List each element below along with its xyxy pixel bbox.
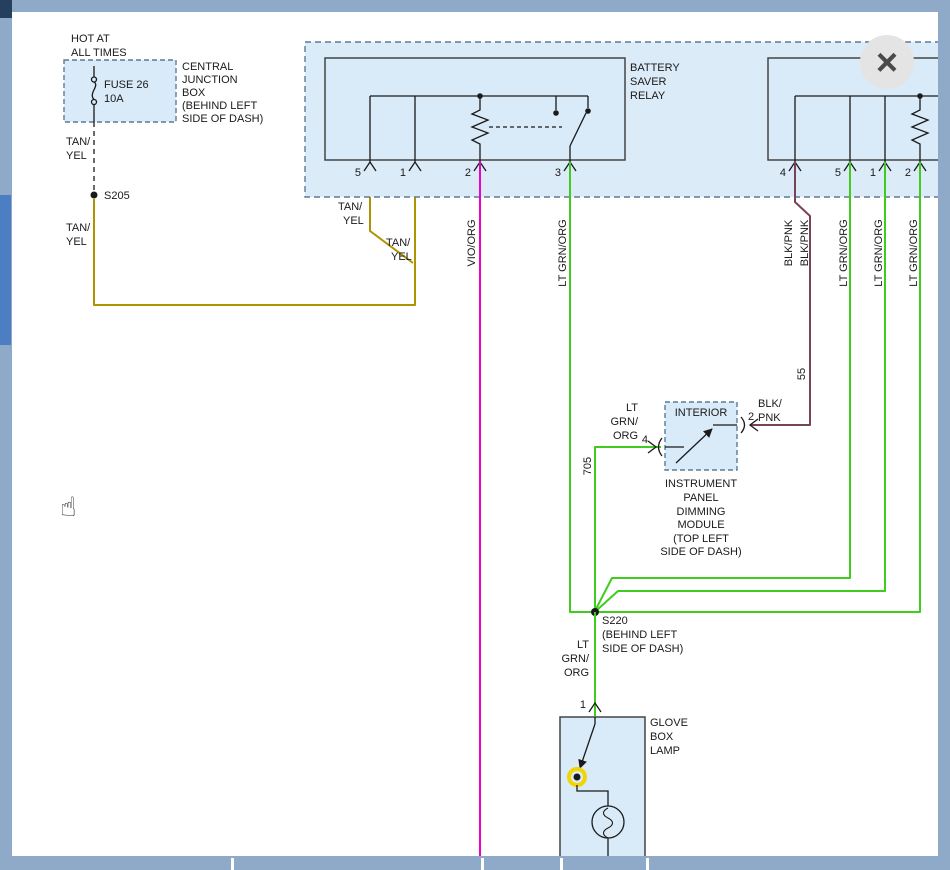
module-caption: MODULE xyxy=(677,519,724,531)
fuse-name: FUSE 26 xyxy=(104,79,149,91)
pin-label: 2 xyxy=(905,167,911,179)
wire-label-blk-pnk: BLK/PNK xyxy=(799,219,811,266)
module-caption: INSTRUMENT xyxy=(665,478,737,490)
connector-bracket-icon xyxy=(741,417,745,433)
relay-right-connector-box xyxy=(768,58,938,160)
cjb-location: SIDE OF DASH) xyxy=(182,113,263,125)
wire-label-lt-grn-org: LT xyxy=(626,402,638,414)
circuit-705-label: 705 xyxy=(582,457,594,475)
wire-label-blk-pnk: BLK/ xyxy=(758,398,783,410)
wire-label-blk-pnk: BLK/PNK xyxy=(783,219,795,266)
cursor-hand-icon: ☝ xyxy=(60,492,76,523)
module-caption: DIMMING xyxy=(677,506,726,518)
pin-label: 1 xyxy=(400,167,406,179)
pin-label: 5 xyxy=(355,167,361,179)
central-junction-box xyxy=(64,60,176,122)
wire-label-lt-grn-org: LT GRN/ORG xyxy=(838,219,850,286)
wire-label-tan-yel: TAN/ xyxy=(66,136,91,148)
wire-label-tan-yel: YEL xyxy=(343,215,364,227)
cjb-location: BOX xyxy=(182,87,206,99)
pin-label: 4 xyxy=(780,167,786,179)
wire-lt-grn-org-pin2 xyxy=(595,162,920,612)
frame-tick xyxy=(481,858,484,870)
hot-label: HOT AT xyxy=(71,33,110,45)
wire-label-lt-grn-org: LT GRN/ORG xyxy=(873,219,885,286)
module-name: INTERIOR xyxy=(675,407,728,419)
wire-label-lt-grn-org: ORG xyxy=(613,430,638,442)
wire-label-lt-grn-org: GRN/ xyxy=(562,653,590,665)
splice-s220-label: S220 xyxy=(602,615,628,627)
wire-lt-grn-org-705 xyxy=(595,447,661,609)
glove-box-caption: GLOVE xyxy=(650,717,688,729)
wire-label-blk-pnk: PNK xyxy=(758,412,781,424)
diagram-viewer-window: HOT AT ALL TIMES FUSE 26 10A CENTRAL JUN… xyxy=(0,0,950,870)
pin-label: 1 xyxy=(870,167,876,179)
splice-s220-location: SIDE OF DASH) xyxy=(602,643,683,655)
frame-tick xyxy=(646,858,649,870)
wire-label-tan-yel: TAN/ xyxy=(386,237,411,249)
pin-label: 2 xyxy=(748,411,754,423)
wire-label-lt-grn-org: GRN/ xyxy=(611,416,639,428)
pin-label: 2 xyxy=(465,167,471,179)
close-icon[interactable]: × xyxy=(876,42,898,84)
wire-label-tan-yel: YEL xyxy=(66,236,87,248)
wire-label-tan-yel: YEL xyxy=(66,150,87,162)
junction-dot xyxy=(477,93,483,99)
hot-label: ALL TIMES xyxy=(71,47,127,59)
close-button[interactable]: × xyxy=(860,35,914,89)
cjb-location: JUNCTION xyxy=(182,74,238,86)
pin-label: 1 xyxy=(580,699,586,711)
pin-label: 5 xyxy=(835,167,841,179)
module-caption: PANEL xyxy=(683,492,718,504)
glove-box-caption: LAMP xyxy=(650,745,680,757)
wire-label-lt-grn-org: LT xyxy=(577,639,589,651)
wire-label-vio-org: VIO/ORG xyxy=(466,219,478,266)
module-caption: SIDE OF DASH) xyxy=(660,546,741,558)
wire-label-tan-yel: TAN/ xyxy=(66,222,91,234)
vertical-scrollbar-thumb[interactable] xyxy=(0,195,11,345)
relay-name: RELAY xyxy=(630,90,666,102)
relay-contact-dot xyxy=(553,110,559,116)
glove-box-caption: BOX xyxy=(650,731,674,743)
wire-label-tan-yel: YEL xyxy=(391,251,412,263)
wire-label-lt-grn-org: LT GRN/ORG xyxy=(557,219,569,286)
pin-label: 3 xyxy=(555,167,561,179)
wire-label-tan-yel: TAN/ xyxy=(338,201,363,213)
lamp-switch-contact xyxy=(574,774,581,781)
wire-lt-grn-org-pin3 xyxy=(570,162,591,612)
cjb-location: CENTRAL xyxy=(182,61,233,73)
glove-box-lamp-box xyxy=(560,717,645,856)
pin-label: 4 xyxy=(642,434,648,446)
battery-saver-relay-section: BATTERY SAVER RELAY xyxy=(305,42,938,197)
relay-name: BATTERY xyxy=(630,62,680,74)
frame-tick xyxy=(231,858,234,870)
splice-s205 xyxy=(91,192,98,199)
relay-contact-dot xyxy=(585,108,591,114)
splice-s205-label: S205 xyxy=(104,190,130,202)
junction-dot xyxy=(917,93,923,99)
circuit-55-label: 55 xyxy=(796,368,808,380)
cjb-location: (BEHIND LEFT xyxy=(182,100,257,112)
fuse-rating: 10A xyxy=(104,93,124,105)
frame-tick xyxy=(560,858,563,870)
module-caption: (TOP LEFT xyxy=(673,533,729,545)
wire-label-lt-grn-org: LT GRN/ORG xyxy=(908,219,920,286)
relay-name: SAVER xyxy=(630,76,667,88)
wiring-diagram-svg: HOT AT ALL TIMES FUSE 26 10A CENTRAL JUN… xyxy=(12,12,938,856)
wire-label-lt-grn-org: ORG xyxy=(564,667,589,679)
window-corner xyxy=(0,0,12,18)
diagram-canvas: HOT AT ALL TIMES FUSE 26 10A CENTRAL JUN… xyxy=(12,12,938,856)
wire-blk-pnk xyxy=(750,162,810,425)
splice-s220-location: (BEHIND LEFT xyxy=(602,629,677,641)
